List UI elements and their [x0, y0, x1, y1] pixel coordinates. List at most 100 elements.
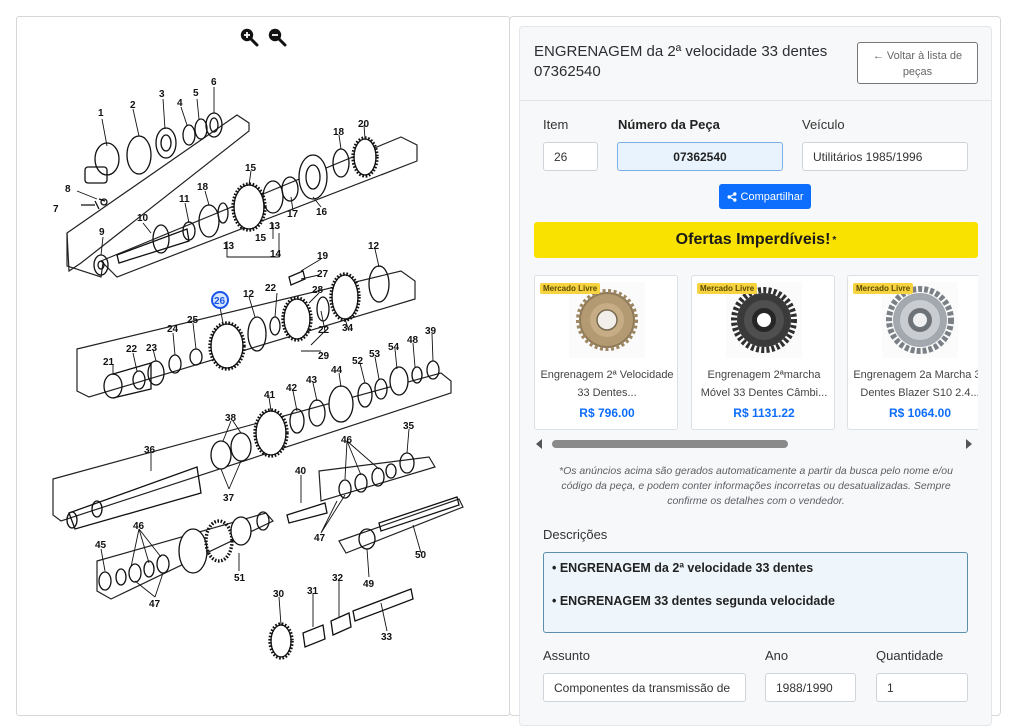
callout-16: 16 [316, 207, 328, 218]
part-number-field[interactable]: 07362540 [617, 142, 783, 171]
callout-50: 50 [415, 550, 427, 561]
callout-34: 34 [342, 323, 354, 334]
callout-42: 42 [286, 383, 298, 394]
callout-41: 41 [264, 390, 276, 401]
offer-product-name: Engrenagem 2a Marcha 34 Dentes Blazer S1… [853, 369, 978, 399]
offers-banner: Ofertas Imperdíveis! * [534, 222, 978, 258]
descriptions-box: • ENGRENAGEM da 2ª velocidade 33 dentes … [543, 552, 968, 633]
callout-17: 17 [287, 209, 299, 220]
share-button-label: Compartilhar [740, 190, 804, 203]
offer-card[interactable]: Mercado Livre Engrenagem 2ªmarcha Móvel … [691, 275, 835, 430]
callout-47: 47 [314, 533, 326, 544]
share-icon [727, 191, 737, 202]
callout-9: 9 [99, 227, 105, 238]
offer-product-price: R$ 1131.22 [733, 406, 795, 420]
callout-38: 38 [225, 413, 237, 424]
highlighted-callout[interactable]: 26 [211, 291, 229, 309]
part-detail-panel: ENGRENAGEM da 2ª velocidade 33 dentes 07… [509, 16, 1001, 726]
diagram-callouts: 1 2 3 4 5 6 7 8 9 10 11 18 15 13 15 14 1… [53, 77, 437, 643]
callout-22: 22 [318, 325, 330, 336]
callout-14: 14 [270, 249, 282, 260]
share-button[interactable]: Compartilhar [719, 184, 811, 209]
callout-48: 48 [407, 335, 419, 346]
quantity-field[interactable]: 1 [876, 673, 968, 702]
descriptions-label: Descrições [543, 527, 608, 542]
callout-32: 32 [332, 573, 344, 584]
callout-31: 31 [307, 586, 319, 597]
year-label: Ano [765, 648, 789, 663]
callout-12: 12 [243, 289, 255, 300]
callout-51: 51 [234, 573, 246, 584]
callout-1: 1 [98, 108, 104, 119]
item-label: Item [543, 117, 569, 132]
callout-13: 13 [269, 221, 281, 232]
vehicle-field[interactable]: Utilitários 1985/1996 [802, 142, 968, 171]
subject-field[interactable]: Componentes da transmissão de [543, 673, 746, 702]
callout-43: 43 [306, 375, 318, 386]
quantity-label: Quantidade [876, 648, 944, 663]
scroll-thumb[interactable] [552, 440, 788, 448]
offer-card[interactable]: Mercado Livre Engrenagem 2ª Velocidade 3… [534, 275, 678, 430]
highlighted-callout-number: 26 [214, 296, 226, 307]
callout-22: 22 [126, 344, 138, 355]
callout-45: 45 [95, 540, 107, 551]
callout-37: 37 [223, 493, 235, 504]
offer-product-name: Engrenagem 2ªmarcha Móvel 33 Dentes Câmb… [700, 369, 828, 399]
callout-25: 25 [187, 315, 199, 326]
offers-carousel: Mercado Livre Engrenagem 2ª Velocidade 3… [534, 275, 978, 433]
vehicle-label: Veículo [802, 117, 845, 132]
callout-11: 11 [179, 194, 190, 205]
exploded-diagram: 1 2 3 4 5 6 7 8 9 10 11 18 15 13 15 14 1… [52, 77, 464, 660]
callout-15: 15 [245, 163, 257, 174]
item-field[interactable]: 26 [543, 142, 598, 171]
callout-44: 44 [331, 365, 343, 376]
callout-52: 52 [352, 356, 364, 367]
scroll-left-icon[interactable] [536, 439, 542, 449]
callout-13: 13 [223, 241, 235, 252]
callout-8: 8 [65, 184, 71, 195]
callout-20: 20 [358, 119, 370, 130]
callout-12: 12 [368, 241, 380, 252]
offer-product-name: Engrenagem 2ª Velocidade 33 Dentes... [540, 369, 674, 399]
callout-28: 28 [312, 285, 324, 296]
callout-27: 27 [317, 269, 329, 280]
parts-diagram-panel: 1 2 3 4 5 6 7 8 9 10 11 18 15 13 15 14 1… [16, 16, 510, 716]
callout-21: 21 [103, 357, 115, 368]
subject-label: Assunto [543, 648, 590, 663]
arrow-left-icon: ← [872, 50, 884, 62]
callout-2: 2 [130, 100, 136, 111]
callout-33: 33 [381, 632, 393, 643]
callout-18: 18 [197, 182, 209, 193]
callout-39: 39 [425, 326, 437, 337]
callout-18: 18 [333, 127, 345, 138]
callout-29: 29 [318, 351, 330, 362]
callout-54: 54 [388, 342, 400, 353]
callout-30: 30 [273, 589, 285, 600]
offers-disclaimer: *Os anúncios acima são gerados automatic… [559, 465, 953, 507]
offers-banner-title: Ofertas Imperdíveis! [675, 231, 831, 248]
callout-7: 7 [53, 204, 59, 215]
page-title: ENGRENAGEM da 2ª velocidade 33 dentes 07… [534, 43, 828, 80]
callout-40: 40 [295, 466, 307, 477]
year-field[interactable]: 1988/1990 [765, 673, 856, 702]
description-item: • ENGRENAGEM da 2ª velocidade 33 dentes [552, 561, 814, 575]
callout-22: 22 [265, 283, 277, 294]
callout-23: 23 [146, 343, 158, 354]
offer-card[interactable]: Mercado Livre Engrenagem 2a Marcha 34 De… [847, 275, 978, 430]
callout-53: 53 [369, 349, 381, 360]
back-to-list-button[interactable]: ← Voltar à lista de peças [857, 42, 978, 84]
offer-product-price: R$ 1064.00 [888, 406, 952, 420]
callout-36: 36 [144, 445, 156, 456]
scroll-right-icon[interactable] [966, 439, 972, 449]
callout-3: 3 [159, 89, 165, 100]
callout-4: 4 [177, 98, 183, 109]
offers-scrollbar[interactable] [534, 437, 978, 449]
mercado-livre-badge: Mercado Livre [540, 283, 601, 294]
callout-35: 35 [403, 421, 415, 432]
part-number-label: Número da Peça [618, 117, 720, 132]
callout-15: 15 [255, 233, 267, 244]
offer-product-price: R$ 796.00 [579, 406, 635, 420]
offers-banner-mark: * [832, 234, 837, 246]
callout-24: 24 [167, 324, 179, 335]
description-item: • ENGRENAGEM 33 dentes segunda velocidad… [552, 594, 835, 608]
